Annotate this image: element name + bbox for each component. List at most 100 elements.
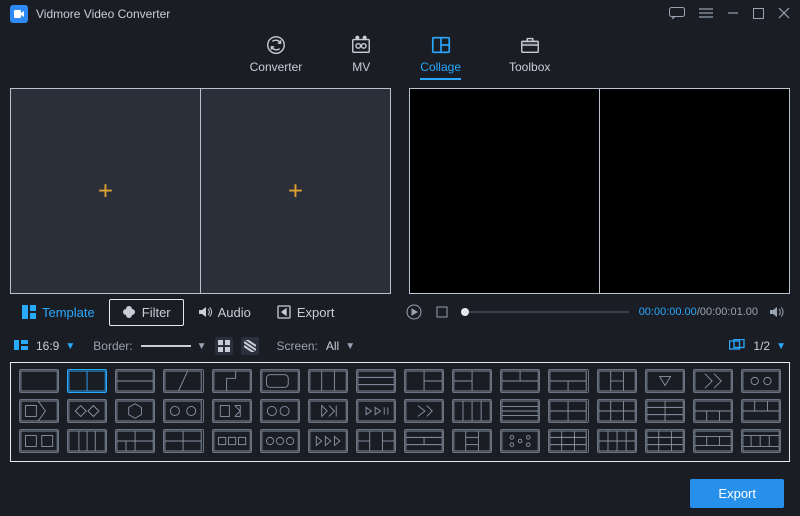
template-thumb-4[interactable] <box>212 369 252 393</box>
menu-icon[interactable] <box>699 7 713 22</box>
tab-label: Converter <box>250 60 303 74</box>
template-thumb-25[interactable] <box>452 399 492 423</box>
minimize-icon[interactable] <box>727 7 739 22</box>
tab-converter[interactable]: Converter <box>250 34 303 80</box>
subtab-label: Filter <box>142 305 171 320</box>
template-thumb-22[interactable] <box>308 399 348 423</box>
template-thumb-44[interactable] <box>597 429 637 453</box>
border-width-select[interactable]: ▼ <box>141 341 207 352</box>
mv-icon <box>350 34 372 56</box>
toolbox-icon <box>519 34 541 56</box>
template-thumb-43[interactable] <box>548 429 588 453</box>
template-thumb-27[interactable] <box>548 399 588 423</box>
border-style-button[interactable] <box>241 337 259 355</box>
template-thumb-8[interactable] <box>404 369 444 393</box>
page-select[interactable]: 1/2▼ <box>753 339 786 353</box>
template-thumb-40[interactable] <box>404 429 444 453</box>
template-icon <box>22 305 36 319</box>
audio-icon <box>198 305 212 319</box>
border-color-button[interactable] <box>215 337 233 355</box>
template-thumb-18[interactable] <box>115 399 155 423</box>
timeline-thumb[interactable] <box>461 308 469 316</box>
template-thumb-7[interactable] <box>356 369 396 393</box>
export-button[interactable]: Export <box>690 479 784 508</box>
template-thumb-36[interactable] <box>212 429 252 453</box>
template-thumb-3[interactable] <box>163 369 203 393</box>
subtab-audio[interactable]: Audio <box>186 300 263 325</box>
template-thumb-19[interactable] <box>163 399 203 423</box>
template-thumb-32[interactable] <box>19 429 59 453</box>
template-thumb-39[interactable] <box>356 429 396 453</box>
screen-label: Screen: <box>277 339 318 353</box>
template-thumb-42[interactable] <box>500 429 540 453</box>
template-thumb-12[interactable] <box>597 369 637 393</box>
export-icon <box>277 305 291 319</box>
template-thumb-35[interactable] <box>163 429 203 453</box>
template-thumb-15[interactable] <box>741 369 781 393</box>
template-thumb-30[interactable] <box>693 399 733 423</box>
window-controls <box>669 7 790 22</box>
template-thumb-16[interactable] <box>19 399 59 423</box>
template-thumb-21[interactable] <box>260 399 300 423</box>
duration-time: /00:00:01.00 <box>697 306 758 318</box>
template-thumb-2[interactable] <box>115 369 155 393</box>
template-thumb-33[interactable] <box>67 429 107 453</box>
template-thumb-26[interactable] <box>500 399 540 423</box>
subtab-label: Audio <box>218 305 251 320</box>
template-thumb-0[interactable] <box>19 369 59 393</box>
play-button[interactable] <box>405 303 423 321</box>
template-gallery <box>10 362 790 462</box>
template-thumb-45[interactable] <box>645 429 685 453</box>
tab-mv[interactable]: MV <box>350 34 372 80</box>
template-thumb-29[interactable] <box>645 399 685 423</box>
preview-panel <box>409 88 790 294</box>
volume-button[interactable] <box>768 303 786 321</box>
ratio-icon[interactable] <box>14 338 28 355</box>
screens-icon[interactable] <box>729 339 745 354</box>
template-thumb-10[interactable] <box>500 369 540 393</box>
template-thumb-28[interactable] <box>597 399 637 423</box>
subtab-export[interactable]: Export <box>265 300 347 325</box>
template-thumb-23[interactable] <box>356 399 396 423</box>
timeline-slider[interactable] <box>461 311 629 313</box>
template-thumb-31[interactable] <box>741 399 781 423</box>
template-thumb-17[interactable] <box>67 399 107 423</box>
preview-slot-1 <box>410 89 599 293</box>
ratio-select[interactable]: 16:9▼ <box>36 339 75 353</box>
close-icon[interactable] <box>778 7 790 22</box>
stop-button[interactable] <box>433 303 451 321</box>
topnav: Converter MV Collage Toolbox <box>0 28 800 88</box>
collage-slot-2[interactable]: + <box>200 89 390 293</box>
template-thumb-9[interactable] <box>452 369 492 393</box>
feedback-icon[interactable] <box>669 7 685 22</box>
add-media-icon: + <box>98 176 113 207</box>
template-thumb-46[interactable] <box>693 429 733 453</box>
collage-edit-panel: + + <box>10 88 391 294</box>
template-thumb-41[interactable] <box>452 429 492 453</box>
main-area: + + <box>0 88 800 294</box>
collage-slot-1[interactable]: + <box>11 89 200 293</box>
maximize-icon[interactable] <box>753 7 764 22</box>
tab-label: Toolbox <box>509 60 550 74</box>
app-title: Vidmore Video Converter <box>36 7 170 21</box>
screen-select[interactable]: All▼ <box>326 339 355 353</box>
template-thumb-38[interactable] <box>308 429 348 453</box>
template-thumb-47[interactable] <box>741 429 781 453</box>
template-thumb-24[interactable] <box>404 399 444 423</box>
tab-label: Collage <box>420 60 461 74</box>
subtab-template[interactable]: Template <box>10 300 107 325</box>
options-bar: 16:9▼ Border: ▼ Screen: All▼ 1/2▼ <box>0 330 800 362</box>
template-thumb-5[interactable] <box>260 369 300 393</box>
template-thumb-34[interactable] <box>115 429 155 453</box>
template-thumb-6[interactable] <box>308 369 348 393</box>
template-thumb-37[interactable] <box>260 429 300 453</box>
template-thumb-1[interactable] <box>67 369 107 393</box>
template-thumb-13[interactable] <box>645 369 685 393</box>
template-thumb-20[interactable] <box>212 399 252 423</box>
tab-collage[interactable]: Collage <box>420 34 461 80</box>
subtab-label: Export <box>297 305 335 320</box>
template-thumb-11[interactable] <box>548 369 588 393</box>
template-thumb-14[interactable] <box>693 369 733 393</box>
tab-toolbox[interactable]: Toolbox <box>509 34 550 80</box>
subtab-filter[interactable]: Filter <box>109 299 184 326</box>
